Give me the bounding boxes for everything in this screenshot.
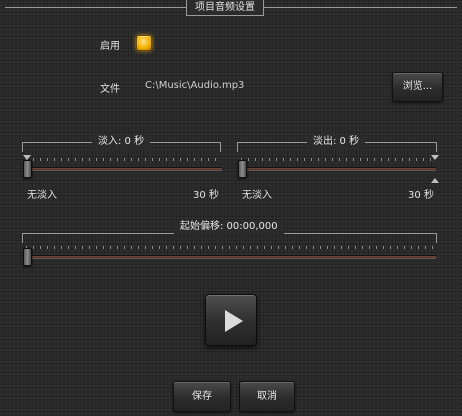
enable-label: 启用 [100, 41, 120, 52]
start-offset-slider-thumb[interactable] [23, 248, 32, 266]
project-audio-settings-dialog: { "dialog": { "title": "项目音频设置" }, "enab… [0, 0, 462, 416]
fade-in-max-label: 30 秒 [193, 190, 219, 201]
play-button[interactable] [205, 294, 257, 346]
browse-button[interactable]: 浏览... [392, 72, 443, 102]
fade-out-caption: 淡出: 0 秒 [307, 135, 366, 149]
fade-out-ticks [241, 158, 435, 161]
fade-in-min-label: 无淡入 [27, 190, 57, 201]
fade-out-max-label: 30 秒 [408, 190, 434, 201]
fade-in-track [24, 167, 222, 171]
file-label: 文件 [100, 84, 120, 95]
enable-checkbox[interactable] [136, 35, 152, 51]
save-button[interactable]: 保存 [173, 381, 231, 412]
dialog-title: 项目音频设置 [186, 0, 264, 16]
play-icon [225, 310, 243, 332]
start-offset-bracket [22, 233, 437, 243]
start-offset-ticks [26, 246, 436, 249]
cancel-button[interactable]: 取消 [239, 381, 295, 412]
file-path: C:\Music\Audio.mp3 [145, 80, 245, 91]
fade-out-min-label: 无淡入 [242, 190, 272, 201]
fade-out-slider-thumb[interactable] [238, 160, 247, 178]
fade-in-ticks [26, 158, 220, 161]
start-offset-caption: 起始偏移: 00:00,000 [174, 220, 284, 234]
fade-out-end-marker-bottom [431, 178, 439, 183]
fade-in-caption: 淡入: 0 秒 [92, 135, 151, 149]
fade-in-slider-thumb[interactable] [23, 160, 32, 178]
fade-out-track [238, 167, 436, 171]
fade-out-end-marker-top [431, 155, 439, 160]
start-offset-track [24, 255, 436, 259]
